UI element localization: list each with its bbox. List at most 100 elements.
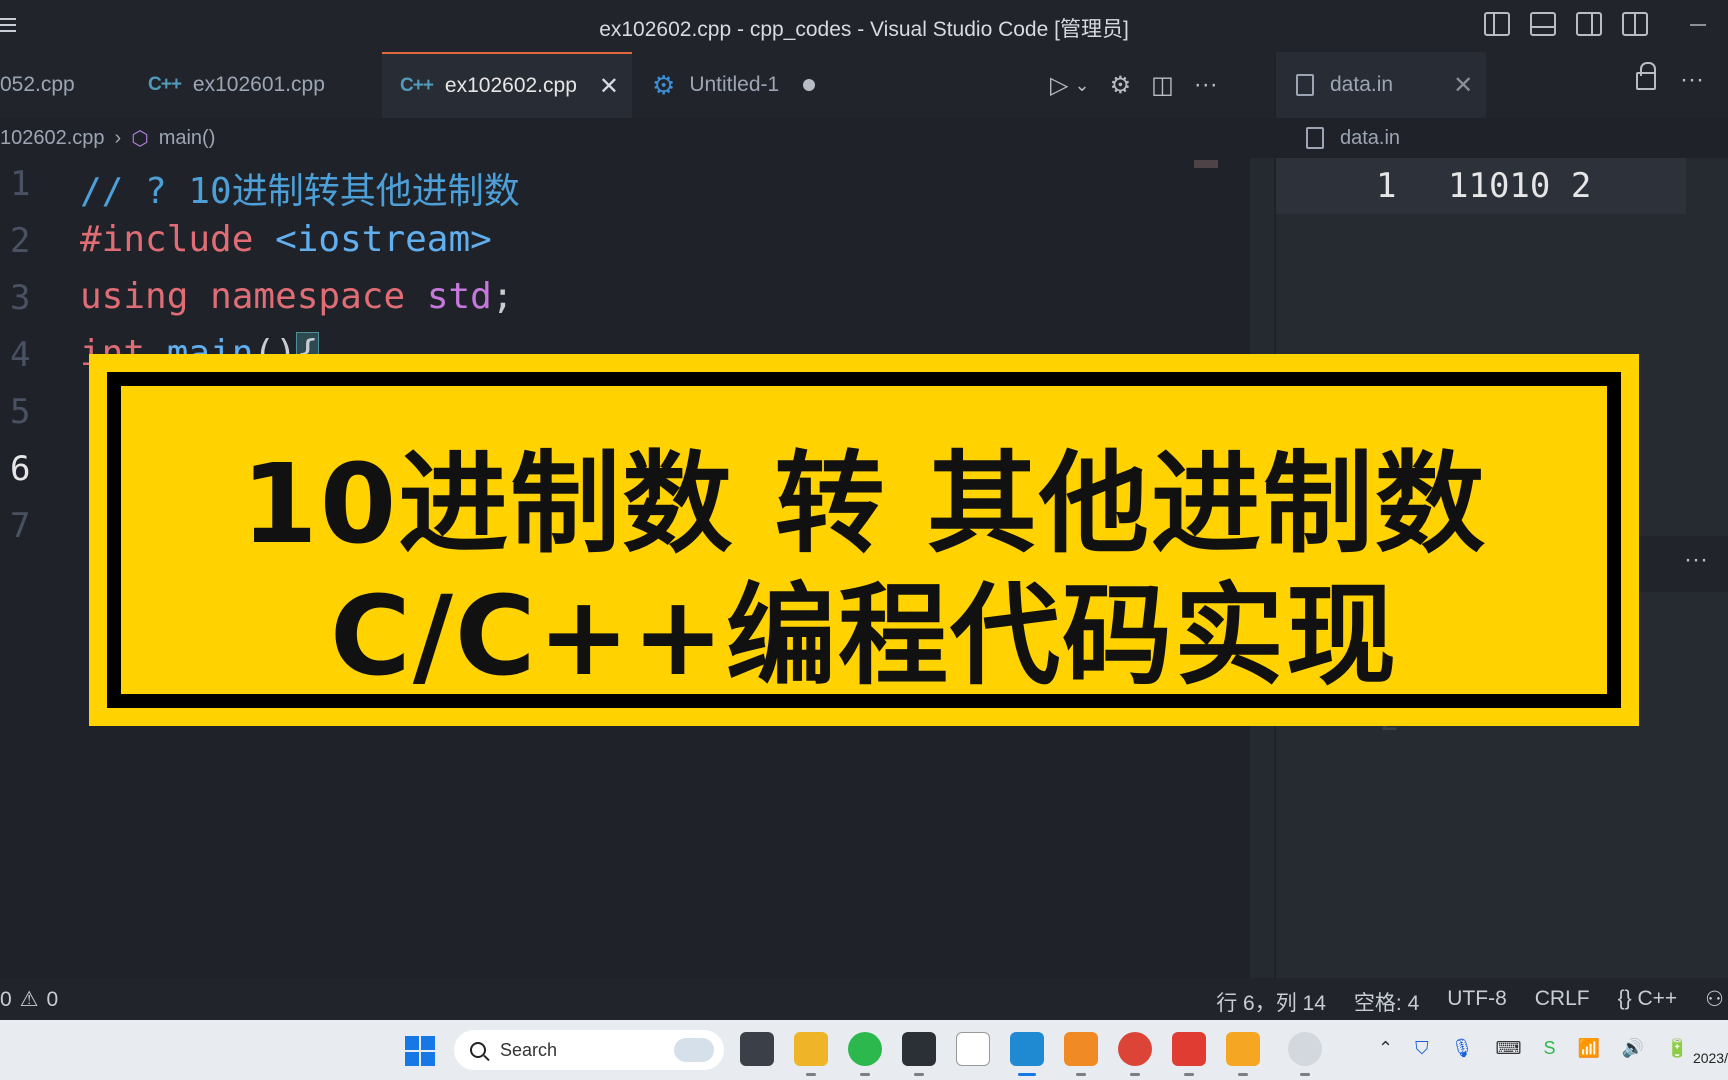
breadcrumb: 102602.cpp › ⬡ main(): [0, 118, 215, 158]
run-icon[interactable]: ▷: [1050, 71, 1068, 100]
battery-icon[interactable]: 🔋: [1666, 1038, 1688, 1059]
code-keyword: using: [80, 276, 189, 317]
line-number: 5: [10, 392, 31, 432]
tab-ex102601[interactable]: C++ ex102601.cpp: [148, 52, 378, 118]
code-keyword: #include: [80, 219, 254, 260]
file-icon: [1306, 127, 1324, 149]
code-type: std: [426, 276, 492, 317]
breadcrumb-file[interactable]: 102602.cpp: [0, 127, 105, 150]
file-explorer-icon[interactable]: [794, 1032, 828, 1076]
line-number: 2: [10, 221, 31, 261]
toggle-secondary-sidebar-icon[interactable]: [1576, 12, 1602, 36]
line-number: 4: [10, 335, 31, 375]
encoding[interactable]: UTF-8: [1447, 987, 1507, 1017]
unsaved-dot-icon: [803, 79, 816, 91]
breadcrumb-file[interactable]: data.in: [1340, 127, 1400, 150]
app-tray-icon[interactable]: S: [1543, 1038, 1555, 1059]
code-punctuation: ;: [491, 276, 514, 317]
language-mode[interactable]: {} C++: [1618, 987, 1678, 1017]
account-icon[interactable]: ⚇: [1705, 987, 1724, 1017]
volume-icon[interactable]: 🔊: [1622, 1038, 1644, 1059]
shield-icon[interactable]: ⛉: [1415, 1038, 1429, 1059]
code-text: 11010 2: [1448, 166, 1592, 206]
microphone-icon[interactable]: 🎙: [1451, 1038, 1474, 1059]
code-text: // ? 10进制转其他进制数: [80, 171, 520, 212]
breadcrumb-symbol[interactable]: main(): [159, 127, 216, 150]
title-banner: 10进制数 转 其他进制数 C/C++编程代码实现: [89, 354, 1639, 726]
tab-ex102602[interactable]: C++ ex102602.cpp ✕: [382, 52, 632, 118]
tab-label: ex102601.cpp: [192, 73, 325, 96]
window-title: ex102602.cpp - cpp_codes - Visual Studio…: [599, 18, 1129, 41]
search-placeholder: Search: [500, 1039, 558, 1060]
status-bar: 0 ⚠ 0 行 6，列 14 空格: 4 UTF-8 CRLF {} C++ ⚇: [0, 978, 1728, 1020]
code-include: <iostream>: [275, 219, 492, 260]
chevron-down-icon[interactable]: ⌄: [1074, 75, 1089, 96]
code-line: 2 #include <iostream>: [0, 215, 1250, 272]
cpp-file-icon: C++: [400, 75, 434, 96]
tab-label: Untitled-1: [689, 73, 780, 96]
split-editor-icon[interactable]: ◫: [1151, 71, 1174, 100]
search-highlight-icon: [674, 1038, 714, 1062]
line-number: 1: [10, 164, 31, 204]
code-line: 3 using namespace std;: [0, 272, 1250, 329]
settings-gear-icon: ⚙: [652, 69, 676, 100]
warnings-count: 0: [46, 987, 59, 1011]
more-actions-icon[interactable]: ···: [1680, 66, 1704, 94]
more-actions-icon[interactable]: ···: [1194, 71, 1218, 99]
problems-indicator[interactable]: 0 ⚠ 0: [0, 987, 58, 1012]
system-tray: ⌃ ⛉ 🎙 ⌨ S 📶 🔊 🔋: [1378, 1038, 1689, 1059]
toggle-panel-icon[interactable]: [1530, 12, 1556, 36]
minimize-button[interactable]: [1690, 24, 1706, 26]
chevron-up-icon[interactable]: ⌃: [1378, 1038, 1393, 1059]
code-keyword: namespace: [210, 276, 406, 317]
tab-052[interactable]: 052.cpp: [0, 52, 118, 118]
wps-icon[interactable]: [1172, 1032, 1206, 1076]
windows-start-icon[interactable]: [405, 1036, 435, 1066]
banner-subtitle: C/C++编程代码实现: [330, 572, 1398, 700]
code-line: 1 // ? 10进制转其他进制数: [0, 158, 1250, 215]
toggle-primary-sidebar-icon[interactable]: [1484, 12, 1510, 36]
clock[interactable]: 2023/: [1693, 1050, 1728, 1066]
app-icon[interactable]: [1288, 1032, 1322, 1076]
chrome-icon[interactable]: [1118, 1032, 1152, 1076]
taskbar-search[interactable]: Search: [454, 1030, 724, 1070]
tab-label: 052.cpp: [0, 73, 75, 96]
tab-data-in[interactable]: data.in ✕: [1276, 52, 1486, 118]
indentation[interactable]: 空格: 4: [1354, 987, 1419, 1017]
lock-icon[interactable]: [1636, 62, 1656, 90]
line-ending[interactable]: CRLF: [1535, 987, 1590, 1017]
errors-count: 0: [0, 987, 12, 1011]
close-tab-icon[interactable]: ✕: [599, 72, 619, 101]
tab-label: ex102602.cpp: [444, 74, 577, 97]
terminal-icon[interactable]: [902, 1032, 936, 1076]
cpp-file-icon: C++: [148, 74, 182, 95]
chevron-right-icon: ›: [114, 126, 122, 149]
right-breadcrumb: data.in: [1306, 118, 1400, 158]
vscode-icon[interactable]: [1010, 1032, 1044, 1076]
sublime-icon[interactable]: [1064, 1032, 1098, 1076]
wifi-icon[interactable]: 📶: [1577, 1038, 1599, 1059]
tab-untitled[interactable]: ⚙ Untitled-1: [652, 52, 852, 118]
customize-layout-icon[interactable]: [1622, 12, 1648, 36]
more-actions-icon[interactable]: ···: [1684, 546, 1708, 574]
wechat-icon[interactable]: [848, 1032, 882, 1076]
cursor-position[interactable]: 行 6，列 14: [1216, 987, 1326, 1017]
app-icon[interactable]: [1226, 1032, 1260, 1076]
taskbar: Search ⌃ ⛉ 🎙 ⌨ S 📶 🔊 🔋 2023/: [0, 1020, 1728, 1080]
symbol-method-icon: ⬡: [131, 127, 149, 150]
gear-icon[interactable]: ⚙: [1110, 71, 1132, 100]
task-view-icon[interactable]: [740, 1032, 774, 1066]
title-bar: ex102602.cpp - cpp_codes - Visual Studio…: [0, 0, 1728, 52]
line-number: 3: [10, 278, 31, 318]
warning-icon: ⚠: [19, 988, 39, 1011]
banner-frame: 10进制数 转 其他进制数 C/C++编程代码实现: [107, 372, 1621, 708]
editor-actions: ▷ ⌄ ⚙ ◫ ···: [1050, 52, 1218, 118]
close-tab-icon[interactable]: ✕: [1453, 71, 1473, 100]
file-icon: [1296, 74, 1314, 96]
search-icon: [470, 1042, 486, 1058]
typora-icon[interactable]: [956, 1032, 990, 1066]
line-number: 7: [10, 506, 31, 546]
line-number: 1: [1376, 166, 1397, 206]
keyboard-icon[interactable]: ⌨: [1495, 1038, 1521, 1059]
minimap[interactable]: [1194, 160, 1218, 168]
